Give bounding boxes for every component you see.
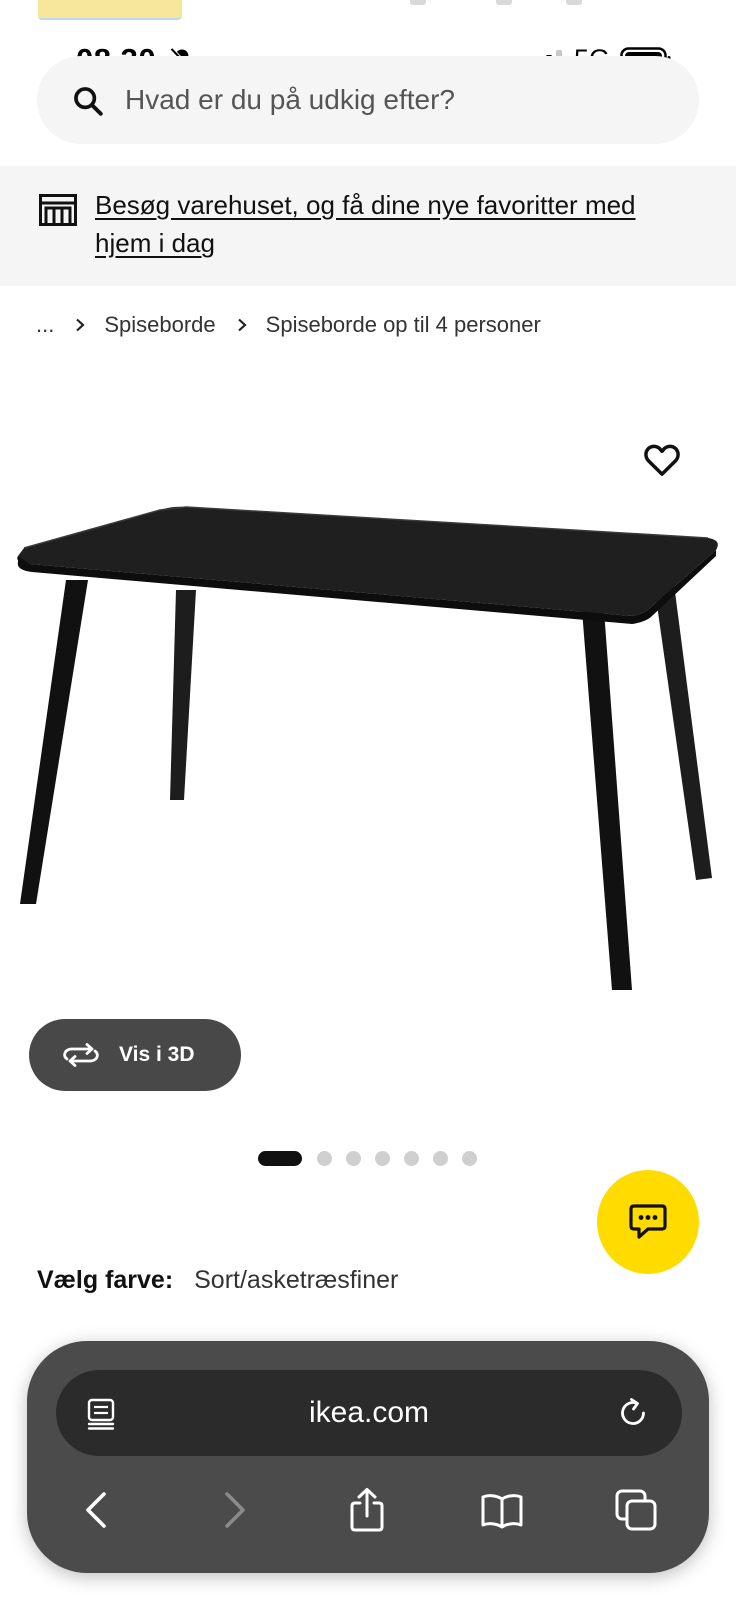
breadcrumb-item-spiseborde[interactable]: Spiseborde — [104, 312, 215, 338]
chat-icon — [629, 1204, 667, 1239]
carousel-dot[interactable] — [433, 1150, 448, 1166]
carousel-dot[interactable] — [462, 1150, 477, 1166]
url-text: ikea.com — [308, 1396, 430, 1429]
store-visit-link[interactable]: Besøg varehuset, og få dine nye favoritt… — [95, 186, 695, 262]
image-carousel-dots — [258, 1150, 491, 1166]
breadcrumb-ellipsis[interactable]: ... — [36, 312, 54, 338]
header-icons-peek — [410, 0, 610, 6]
view-3d-button[interactable]: Vis i 3D — [29, 1019, 241, 1091]
breadcrumb: ... Spiseborde Spiseborde op til 4 perso… — [36, 312, 541, 338]
tabs-icon[interactable] — [613, 1487, 659, 1533]
share-icon[interactable] — [344, 1487, 390, 1533]
store-icon — [39, 194, 77, 226]
url-bar[interactable]: ikea.com — [56, 1370, 682, 1456]
carousel-dot[interactable] — [404, 1150, 419, 1166]
chevron-right-icon — [237, 318, 247, 332]
carousel-dot[interactable] — [317, 1150, 332, 1166]
product-image-table[interactable] — [0, 500, 736, 1000]
carousel-dot-active[interactable] — [258, 1150, 302, 1166]
back-chevron-icon[interactable] — [75, 1487, 121, 1533]
forward-chevron-icon[interactable] — [210, 1487, 256, 1533]
reload-icon[interactable] — [616, 1396, 650, 1430]
favorite-heart-icon[interactable] — [642, 440, 682, 480]
search-bar[interactable] — [37, 56, 699, 144]
browser-toolbar: ikea.com — [27, 1341, 709, 1573]
chevron-right-icon — [76, 318, 85, 332]
color-selector[interactable]: Vælg farve: Sort/asketræsfiner — [37, 1266, 398, 1295]
ikea-logo-peek — [38, 0, 182, 20]
chat-button[interactable] — [597, 1170, 699, 1274]
search-icon — [74, 87, 103, 116]
color-label: Vælg farve: — [37, 1266, 174, 1294]
color-value: Sort/asketræsfiner — [194, 1266, 399, 1294]
rotate-3d-icon — [63, 1043, 99, 1067]
search-input[interactable] — [125, 56, 665, 144]
bookmarks-book-icon[interactable] — [479, 1487, 525, 1533]
store-banner: Besøg varehuset, og få dine nye favoritt… — [0, 166, 736, 286]
breadcrumb-item-current[interactable]: Spiseborde op til 4 personer — [266, 312, 541, 338]
carousel-dot[interactable] — [375, 1150, 390, 1166]
carousel-dot[interactable] — [346, 1150, 361, 1166]
view-3d-label: Vis i 3D — [119, 1043, 195, 1066]
